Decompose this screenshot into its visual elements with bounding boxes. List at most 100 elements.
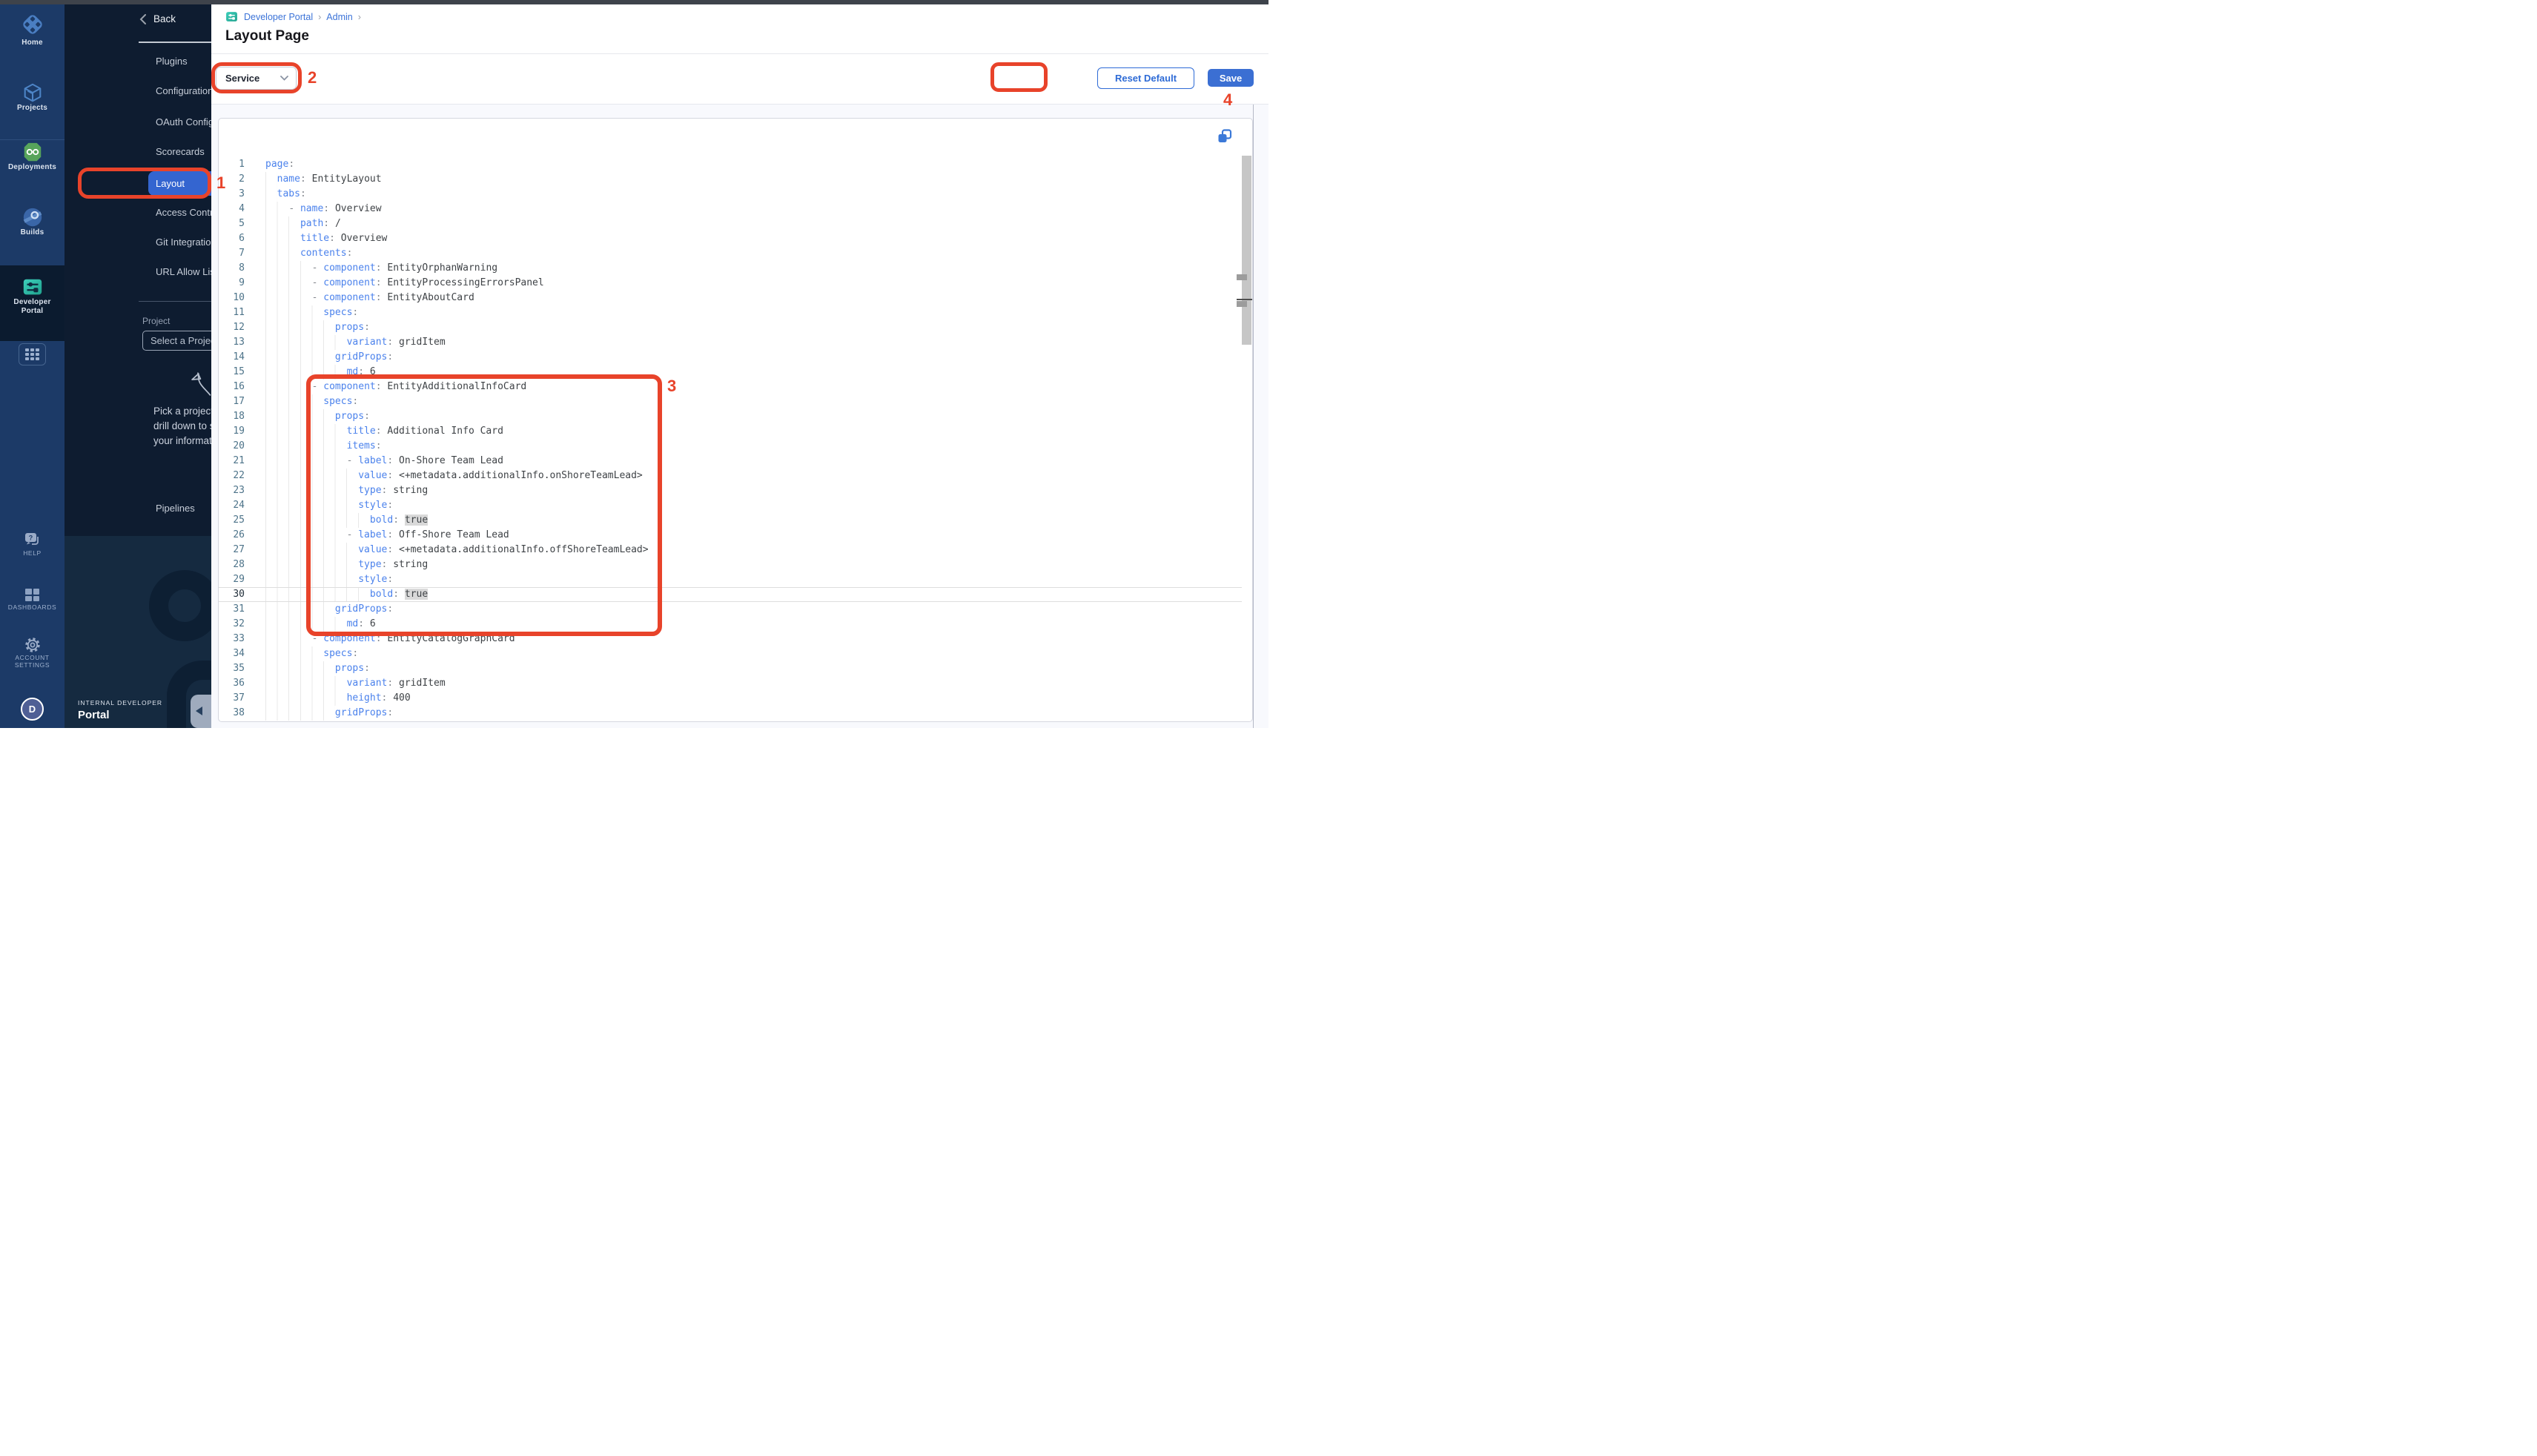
code-line[interactable]: 8 - component: EntityOrphanWarning <box>219 261 1242 276</box>
copy-button[interactable] <box>1217 128 1233 145</box>
code-line[interactable]: 33 - component: EntityCatalogGraphCard <box>219 632 1242 646</box>
code-line[interactable]: 13 variant: gridItem <box>219 335 1242 350</box>
line-number: 10 <box>219 291 245 305</box>
rail-item-account-settings[interactable]: ACCOUNT SETTINGS <box>0 636 64 669</box>
dashboards-icon <box>0 586 64 603</box>
code-line[interactable]: 38 gridProps: <box>219 706 1242 721</box>
code-line[interactable]: 14 gridProps: <box>219 350 1242 365</box>
code-line[interactable]: 19 title: Additional Info Card <box>219 424 1242 439</box>
sidebar-footer: INTERNAL DEVELOPER Portal <box>64 536 211 728</box>
entity-type-select[interactable]: Service <box>216 67 297 90</box>
sidebar-item-pipelines[interactable]: Pipelines <box>156 499 195 518</box>
code-line[interactable]: 10 - component: EntityAboutCard <box>219 291 1242 305</box>
line-number: 5 <box>219 216 245 231</box>
code-line[interactable]: 37 height: 400 <box>219 691 1242 706</box>
line-number: 36 <box>219 676 245 691</box>
code-line[interactable]: 31 gridProps: <box>219 602 1242 617</box>
code-line[interactable]: 12 props: <box>219 320 1242 335</box>
rail-item-dashboards[interactable]: DASHBOARDS <box>0 586 64 611</box>
module-picker-button[interactable] <box>19 343 46 365</box>
code-line[interactable]: 30 bold: true <box>219 587 1242 602</box>
line-number: 32 <box>219 617 245 632</box>
sidebar-item-oauth-configurations[interactable]: OAuth Configurations <box>156 113 211 132</box>
code-line[interactable]: 11 specs: <box>219 305 1242 320</box>
reset-default-button[interactable]: Reset Default <box>1097 67 1194 89</box>
code-line[interactable]: 22 value: <+metadata.additionalInfo.onSh… <box>219 469 1242 483</box>
sidebar-collapse-button[interactable] <box>191 695 211 728</box>
code-line[interactable]: 6 title: Overview <box>219 231 1242 246</box>
code-line[interactable]: 15 md: 6 <box>219 365 1242 380</box>
back-label: Back <box>153 13 176 24</box>
sidebar-item-configurations[interactable]: Configurations <box>156 82 211 101</box>
line-number: 11 <box>219 305 245 320</box>
code-line[interactable]: 9 - component: EntityProcessingErrorsPan… <box>219 276 1242 291</box>
code-line[interactable]: 2 name: EntityLayout <box>219 172 1242 187</box>
svg-text:?: ? <box>28 535 33 542</box>
code-line[interactable]: 28 type: string <box>219 557 1242 572</box>
sketch-arrow-icon <box>183 360 211 403</box>
developer-portal-breadcrumb-icon <box>225 10 238 23</box>
cube-icon <box>0 82 64 104</box>
breadcrumb-developer-portal[interactable]: Developer Portal <box>244 12 313 22</box>
line-number: 25 <box>219 513 245 528</box>
rail-item-help[interactable]: ? HELP <box>0 530 64 557</box>
code-line[interactable]: 23 type: string <box>219 483 1242 498</box>
save-button[interactable]: Save <box>1208 69 1254 87</box>
rail-item-deployments[interactable]: Deployments <box>0 141 64 172</box>
annotation-number-4: 4 <box>1223 90 1232 110</box>
scrollbar-cursor-line <box>1237 299 1252 300</box>
sidebar-item-plugins[interactable]: Plugins <box>156 52 188 71</box>
sidebar-item-access-control[interactable]: Access Control <box>156 203 211 222</box>
code-line[interactable]: 32 md: 6 <box>219 617 1242 632</box>
rail-label-builds: Builds <box>0 228 64 237</box>
rail-item-developer-portal[interactable]: Developer Portal <box>0 276 64 316</box>
code-line[interactable]: 27 value: <+metadata.additionalInfo.offS… <box>219 543 1242 557</box>
annotation-number-1: 1 <box>216 173 225 193</box>
line-number: 26 <box>219 528 245 543</box>
code-line[interactable]: 1page: <box>219 157 1242 172</box>
code-line[interactable]: 25 bold: true <box>219 513 1242 528</box>
code-line[interactable]: 5 path: / <box>219 216 1242 231</box>
sidebar-item-git-integrations[interactable]: Git Integrations <box>156 233 211 252</box>
sidebar-item-layout[interactable]: Layout <box>148 171 211 196</box>
code-line[interactable]: 24 style: <box>219 498 1242 513</box>
code-line[interactable]: 26 - label: Off-Shore Team Lead <box>219 528 1242 543</box>
code-line[interactable]: 34 specs: <box>219 646 1242 661</box>
line-number: 19 <box>219 424 245 439</box>
footer-circuit-bar <box>209 595 211 615</box>
code-line[interactable]: 29 style: <box>219 572 1242 587</box>
line-number: 1 <box>219 157 245 172</box>
user-avatar[interactable]: D <box>21 698 44 721</box>
line-number: 15 <box>219 365 245 380</box>
rail-label-dashboards: DASHBOARDS <box>0 603 64 611</box>
code-line[interactable]: 35 props: <box>219 661 1242 676</box>
line-number: 6 <box>219 231 245 246</box>
code-line[interactable]: 16 - component: EntityAdditionalInfoCard <box>219 380 1242 394</box>
code-line[interactable]: 20 items: <box>219 439 1242 454</box>
line-number: 4 <box>219 202 245 216</box>
code-line[interactable]: 7 contents: <box>219 246 1242 261</box>
page-title: Layout Page <box>225 28 309 44</box>
code-line[interactable]: 36 variant: gridItem <box>219 676 1242 691</box>
line-number: 7 <box>219 246 245 261</box>
line-number: 12 <box>219 320 245 335</box>
rail-item-builds[interactable]: Builds <box>0 206 64 237</box>
rail-label-deployments: Deployments <box>0 163 64 172</box>
rail-item-projects[interactable]: Projects <box>0 82 64 113</box>
back-button[interactable]: Back <box>139 13 176 24</box>
code-line[interactable]: 4 - name: Overview <box>219 202 1242 216</box>
sidebar-item-scorecards[interactable]: Scorecards <box>156 142 205 162</box>
editor-scrollbar-thumb[interactable] <box>1242 156 1251 345</box>
line-number: 24 <box>219 498 245 513</box>
code-line[interactable]: 18 props: <box>219 409 1242 424</box>
code-line[interactable]: 21 - label: On-Shore Team Lead <box>219 454 1242 469</box>
select-project-button[interactable]: Select a Project <box>142 331 211 351</box>
code-line[interactable]: 3 tabs: <box>219 187 1242 202</box>
code-line[interactable]: 17 specs: <box>219 394 1242 409</box>
admin-sidebar: Back Plugins Configurations OAuth Configur… <box>64 0 211 728</box>
yaml-editor[interactable]: 1page:2 name: EntityLayout3 tabs:4 - nam… <box>219 119 1242 721</box>
annotation-number-3: 3 <box>667 377 676 396</box>
sidebar-item-url-allow-list[interactable]: URL Allow List <box>156 262 211 282</box>
rail-item-home[interactable]: Home <box>0 10 64 47</box>
breadcrumb-admin[interactable]: Admin <box>326 12 352 22</box>
